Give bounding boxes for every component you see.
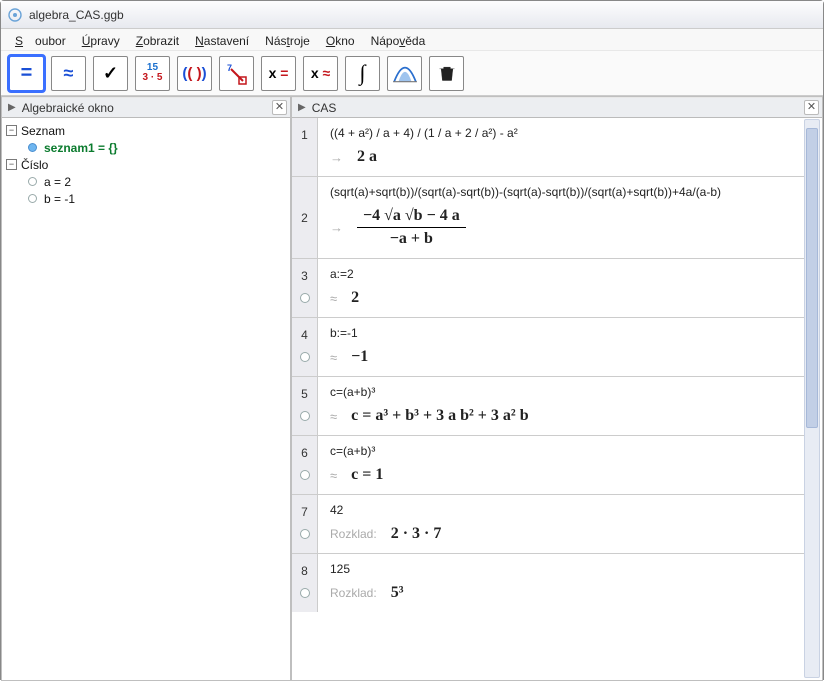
collapse-icon: ▶ xyxy=(298,102,306,113)
visibility-dot-icon[interactable] xyxy=(28,194,37,203)
tree-item-seznam1[interactable]: seznam1 = {} xyxy=(28,139,286,156)
cas-row-output: Rozklad: 5³ xyxy=(330,584,792,602)
scrollbar-thumb[interactable] xyxy=(806,128,818,428)
cas-row-number[interactable]: 2 xyxy=(292,177,318,258)
cas-row-input[interactable]: 42 xyxy=(330,503,792,517)
algebra-panel-header[interactable]: ▶ Algebraické okno ✕ xyxy=(2,97,290,118)
visibility-dot-icon[interactable] xyxy=(300,411,310,421)
menu-zobrazit[interactable]: Zobrazit xyxy=(130,32,185,50)
visibility-dot-icon[interactable] xyxy=(300,470,310,480)
visibility-dot-icon[interactable] xyxy=(28,177,37,186)
cas-row-input[interactable]: (sqrt(a)+sqrt(b))/(sqrt(a)-sqrt(b))-(sqr… xyxy=(330,185,792,199)
cas-panel-title: CAS xyxy=(312,101,337,115)
cas-row-input[interactable]: 125 xyxy=(330,562,792,576)
tool-integral[interactable]: ∫ xyxy=(345,56,380,91)
tool-probability[interactable] xyxy=(387,56,422,91)
cas-row-input[interactable]: a:=2 xyxy=(330,267,792,281)
tool-delete[interactable] xyxy=(429,56,464,91)
cas-row-output: Rozklad: 2 · 3 · 7 xyxy=(330,525,792,543)
cas-row-number[interactable]: 3 xyxy=(292,259,318,317)
cas-panel: ▶ CAS ✕ 1 ((4 + a²) / a + 4) / (1 / a + … xyxy=(291,96,823,681)
menu-okno[interactable]: Okno xyxy=(320,32,361,50)
cas-row[interactable]: 5 c=(a+b)³ ≈ c = a³ + b³ + 3 a b² + 3 a²… xyxy=(292,377,804,436)
toolbar: = ≈ ✓ 153 · 5 (( )) 7 x = x ≈ ∫ xyxy=(1,51,823,96)
cas-row-output: → −4 √a √b − 4 a−a + b xyxy=(330,207,792,248)
cas-row-input[interactable]: ((4 + a²) / a + 4) / (1 / a + 2 / a²) - … xyxy=(330,126,792,140)
menu-nastroje[interactable]: Nástroje xyxy=(259,32,316,50)
cas-row-number[interactable]: 1 xyxy=(292,118,318,176)
menubar: Soubor Úpravy Zobrazit Nastavení Nástroj… xyxy=(1,29,823,51)
tool-substitute[interactable]: 7 xyxy=(219,56,254,91)
cas-row-output: ≈ 2 xyxy=(330,289,792,307)
visibility-dot-icon[interactable] xyxy=(28,143,37,152)
cas-row-number[interactable]: 5 xyxy=(292,377,318,435)
cas-row-number[interactable]: 6 xyxy=(292,436,318,494)
visibility-dot-icon[interactable] xyxy=(300,352,310,362)
cas-row-output: ≈ c = 1 xyxy=(330,466,792,484)
cas-row[interactable]: 8 125 Rozklad: 5³ xyxy=(292,554,804,612)
menu-nastaveni[interactable]: Nastavení xyxy=(189,32,255,50)
cas-row[interactable]: 6 c=(a+b)³ ≈ c = 1 xyxy=(292,436,804,495)
tool-expand[interactable]: (( )) xyxy=(177,56,212,91)
close-panel-button[interactable]: ✕ xyxy=(272,100,287,115)
cas-row-output: → 2 a xyxy=(330,148,792,166)
cas-row-input[interactable]: b:=-1 xyxy=(330,326,792,340)
cas-row-number[interactable]: 7 xyxy=(292,495,318,553)
cas-row[interactable]: 1 ((4 + a²) / a + 4) / (1 / a + 2 / a²) … xyxy=(292,118,804,177)
cas-row-output: ≈ c = a³ + b³ + 3 a b² + 3 a² b xyxy=(330,407,792,425)
window-titlebar: algebra_CAS.ggb xyxy=(1,1,823,29)
visibility-dot-icon[interactable] xyxy=(300,529,310,539)
cas-row-input[interactable]: c=(a+b)³ xyxy=(330,444,792,458)
vertical-scrollbar[interactable] xyxy=(804,119,820,678)
app-icon xyxy=(7,7,23,23)
close-panel-button[interactable]: ✕ xyxy=(804,100,819,115)
cas-panel-header[interactable]: ▶ CAS ✕ xyxy=(292,97,822,118)
cas-row[interactable]: 4 b:=-1 ≈ −1 xyxy=(292,318,804,377)
tool-factor[interactable]: 153 · 5 xyxy=(135,56,170,91)
menu-upravy[interactable]: Úpravy xyxy=(76,32,126,50)
visibility-dot-icon[interactable] xyxy=(300,293,310,303)
window-title: algebra_CAS.ggb xyxy=(29,8,124,22)
cas-row-number[interactable]: 8 xyxy=(292,554,318,612)
cas-panel-body: 1 ((4 + a²) / a + 4) / (1 / a + 2 / a²) … xyxy=(292,118,822,680)
cas-row[interactable]: 3 a:=2 ≈ 2 xyxy=(292,259,804,318)
menu-napoveda[interactable]: Nápověda xyxy=(365,32,432,50)
svg-text:7: 7 xyxy=(227,63,232,73)
tool-evaluate[interactable]: = xyxy=(9,56,44,91)
collapse-icon: ▶ xyxy=(8,102,16,113)
visibility-dot-icon[interactable] xyxy=(300,588,310,598)
cas-row[interactable]: 7 42 Rozklad: 2 · 3 · 7 xyxy=(292,495,804,554)
tool-keep-input[interactable]: ✓ xyxy=(93,56,128,91)
cas-row-number[interactable]: 4 xyxy=(292,318,318,376)
algebra-panel: ▶ Algebraické okno ✕ − Seznam seznam1 = … xyxy=(1,96,291,681)
tree-group-cislo[interactable]: − Číslo xyxy=(6,156,286,173)
tool-approx[interactable]: ≈ xyxy=(51,56,86,91)
algebra-panel-title: Algebraické okno xyxy=(22,101,114,115)
cas-row-input[interactable]: c=(a+b)³ xyxy=(330,385,792,399)
algebra-panel-body: − Seznam seznam1 = {} − Číslo a = 2 xyxy=(2,118,290,680)
collapse-toggle-icon[interactable]: − xyxy=(6,159,17,170)
tree-item-b[interactable]: b = -1 xyxy=(28,190,286,207)
menu-soubor[interactable]: Soubor xyxy=(9,32,72,50)
collapse-toggle-icon[interactable]: − xyxy=(6,125,17,136)
tree-item-a[interactable]: a = 2 xyxy=(28,173,286,190)
cas-row[interactable]: 2 (sqrt(a)+sqrt(b))/(sqrt(a)-sqrt(b))-(s… xyxy=(292,177,804,259)
tool-solve-numeric[interactable]: x ≈ xyxy=(303,56,338,91)
tool-solve[interactable]: x = xyxy=(261,56,296,91)
tree-group-seznam[interactable]: − Seznam xyxy=(6,122,286,139)
content: ▶ Algebraické okno ✕ − Seznam seznam1 = … xyxy=(1,96,823,681)
cas-row-output: ≈ −1 xyxy=(330,348,792,366)
